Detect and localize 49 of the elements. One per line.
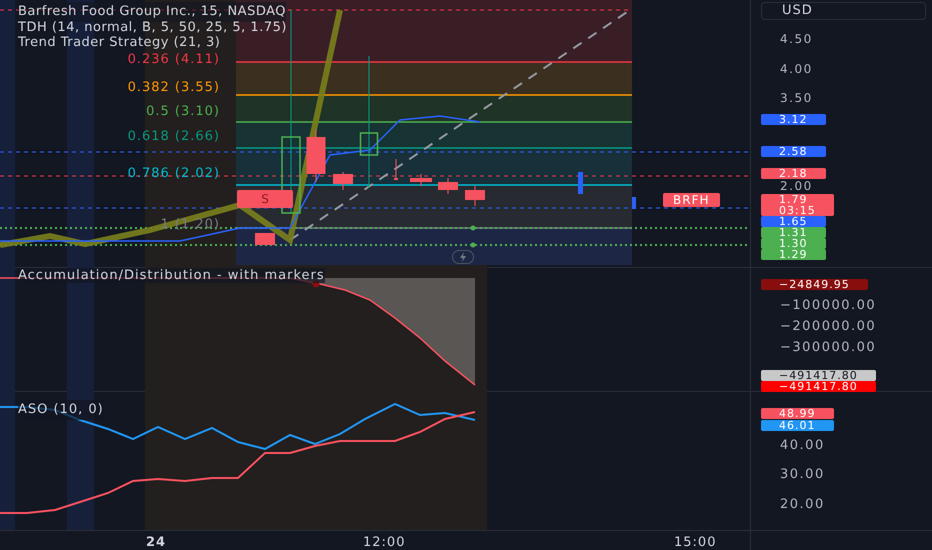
fibonacci-level-label: 0.618 (2.66): [128, 128, 220, 146]
price-axis-label: 4.00: [780, 63, 813, 76]
time-label: 24: [146, 534, 166, 550]
marker-dot: [470, 226, 476, 230]
value-axis-label: −200000.00: [780, 318, 876, 336]
candlestick: [465, 186, 485, 206]
price-axis-label: 4.50: [780, 33, 813, 46]
price-axis-label: 3.50: [780, 92, 813, 105]
volume-bar: [632, 197, 636, 209]
indicator-title: ASO (10, 0): [18, 400, 104, 420]
lightning-icon: [452, 250, 474, 264]
price-tag: 1.31: [761, 227, 826, 238]
symbol-tag: BRFH: [663, 193, 720, 207]
price-axis-label: 2.00: [780, 180, 813, 193]
candlestick: [410, 174, 432, 186]
marker-dot: [470, 242, 476, 248]
value-axis-label: 40.00: [780, 437, 825, 455]
price-tag: −491417.80: [761, 381, 876, 392]
time-label: 15:00: [674, 534, 716, 550]
price-tag: 2.18: [761, 168, 826, 179]
value-axis-label: 30.00: [780, 466, 825, 484]
fibonacci-level-label: 0.382 (3.55): [128, 79, 220, 97]
value-axis-label: 20.00: [780, 496, 825, 514]
chart-title: Barfresh Food Group Inc., 15, NASDAQ: [18, 2, 286, 22]
price-tag: 1.30: [761, 238, 826, 249]
value-axis-label: −300000.00: [780, 339, 876, 357]
price-tag: 48.99: [761, 408, 834, 419]
candlestick: [438, 178, 458, 194]
value-axis-label: −100000.00: [780, 297, 876, 315]
price-tag: −24849.95: [761, 279, 868, 290]
fibonacci-level-label: 0.236 (4.11): [128, 51, 220, 69]
sell-signal-marker: S: [237, 190, 293, 208]
candlestick: [306, 130, 326, 182]
price-tag: 46.01: [761, 420, 834, 431]
volume-bar: [578, 172, 583, 194]
fibonacci-level-label: 0.786 (2.02): [128, 165, 220, 183]
currency-button[interactable]: USD: [761, 2, 926, 20]
price-tag: 2.58: [761, 146, 826, 157]
candlestick: [394, 158, 398, 180]
price-tag: 1.29: [761, 249, 826, 260]
price-tag: 3.12: [761, 114, 826, 125]
candlestick: [255, 232, 275, 246]
price-tag: 1.79 03:15: [761, 194, 834, 216]
fibonacci-level-label: 0.5 (3.10): [146, 103, 220, 121]
price-tag: −491417.80: [761, 370, 876, 381]
indicator-title: Accumulation/Distribution - with markers: [18, 268, 325, 283]
candlestick: [333, 172, 353, 190]
price-tag: 1.65: [761, 216, 826, 227]
time-label: 12:00: [363, 534, 406, 550]
